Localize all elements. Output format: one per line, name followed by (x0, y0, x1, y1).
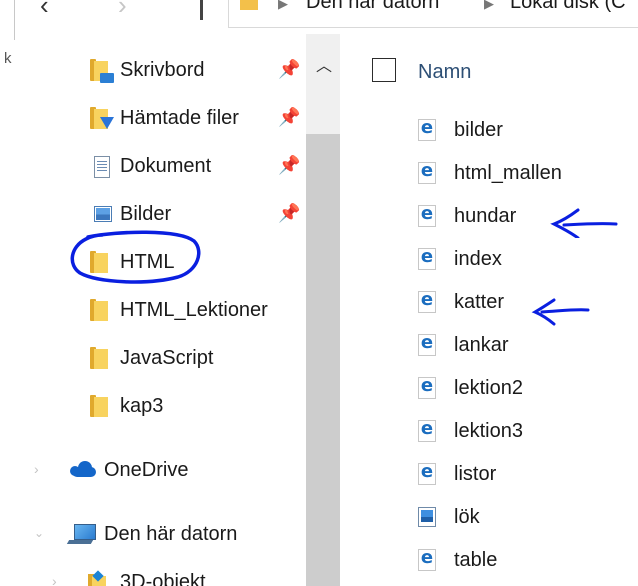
file-row-listor[interactable]: e listor (408, 454, 638, 496)
file-name: bilder (454, 119, 503, 141)
sidebar-item-label: JavaScript (120, 347, 214, 369)
sidebar-item-html-lektioner[interactable]: HTML_Lektioner (0, 288, 300, 332)
file-row-lankar[interactable]: e lankar (408, 325, 638, 367)
forward-arrow-icon[interactable]: › (118, 0, 127, 18)
nav-pane-scrollbar[interactable]: ︿ (306, 34, 340, 586)
3d-objects-folder-icon (88, 570, 106, 586)
html-file-icon: e (418, 461, 436, 485)
html-file-icon: e (418, 117, 436, 141)
file-row-lektion3[interactable]: e lektion3 (408, 411, 638, 453)
file-name: html_mallen (454, 162, 562, 184)
html-file-icon: e (418, 547, 436, 571)
pin-icon[interactable]: 📌 (278, 156, 300, 174)
breadcrumb-chevron-icon[interactable]: ▶ (278, 0, 288, 12)
html-file-icon: e (418, 418, 436, 442)
chevron-right-icon[interactable]: › (52, 573, 57, 586)
html-file-icon: e (418, 160, 436, 184)
scrollbar-thumb[interactable] (306, 134, 340, 586)
folder-icon (90, 395, 110, 417)
sidebar-item-3d-objects[interactable]: › 3D-objekt (0, 560, 300, 586)
documents-icon (94, 156, 110, 178)
sidebar-item-javascript[interactable]: JavaScript (0, 336, 300, 380)
sidebar-item-label: kap3 (120, 395, 164, 417)
scroll-up-arrow-icon[interactable]: ︿ (316, 52, 332, 76)
back-arrow-icon[interactable]: ‹ (40, 0, 49, 18)
sidebar-item-kap3[interactable]: kap3 (0, 384, 300, 428)
sidebar-item-label: Dokument (120, 155, 212, 177)
file-row-bilder[interactable]: e bilder (408, 110, 638, 152)
file-row-index[interactable]: e index (408, 239, 638, 281)
sidebar-item-label: Hämtade filer (120, 107, 239, 129)
sidebar-item-label: Skrivbord (120, 59, 205, 81)
folder-icon (90, 347, 110, 369)
html-file-icon: e (418, 332, 436, 356)
chevron-down-icon[interactable]: ⌄ (34, 526, 44, 540)
address-folder-icon (240, 0, 258, 10)
select-all-checkbox[interactable] (372, 58, 396, 82)
annotation-circle (70, 230, 201, 284)
column-header-name[interactable]: Namn (418, 60, 471, 84)
file-name: table (454, 549, 498, 571)
html-file-icon: e (418, 375, 436, 399)
file-name: lankar (454, 334, 509, 356)
sidebar-item-label: Den här datorn (104, 523, 238, 545)
sidebar-item-skrivbord[interactable]: Skrivbord 📌 (0, 48, 300, 92)
file-name: hundar (454, 205, 517, 227)
sidebar-item-this-pc[interactable]: ⌄ Den här datorn (0, 512, 300, 556)
downloads-folder-icon (90, 107, 114, 129)
file-name: lektion2 (454, 377, 523, 399)
image-file-icon (418, 507, 436, 527)
file-name: katter (454, 291, 505, 313)
html-file-icon: e (418, 203, 436, 227)
pin-icon[interactable]: 📌 (278, 108, 300, 126)
file-row-lektion2[interactable]: e lektion2 (408, 368, 638, 410)
file-explorer-window: ‹ › ▶ Den här datorn ▶ Lokal disk (C k S… (0, 0, 638, 586)
breadcrumb-local-disk[interactable]: Lokal disk (C (510, 0, 626, 14)
address-toolbar: ‹ › ▶ Den här datorn ▶ Lokal disk (C (0, 0, 638, 34)
file-name: lök (454, 506, 480, 528)
file-row-table[interactable]: e table (408, 540, 638, 582)
file-row-lok[interactable]: lök (408, 497, 638, 539)
breadcrumb-this-pc[interactable]: Den här datorn (306, 0, 439, 14)
file-name: lektion3 (454, 420, 523, 442)
file-name: listor (454, 463, 497, 485)
sidebar-item-onedrive[interactable]: › OneDrive (0, 448, 300, 492)
desktop-folder-icon (90, 59, 114, 83)
sidebar-item-hamtade-filer[interactable]: Hämtade filer 📌 (0, 96, 300, 140)
onedrive-cloud-icon (68, 461, 98, 477)
file-row-html-mallen[interactable]: e html_mallen (408, 153, 638, 195)
computer-icon (66, 524, 96, 546)
sidebar-item-dokument[interactable]: Dokument 📌 (0, 144, 300, 188)
sidebar-item-label: Bilder (120, 203, 172, 225)
navigation-pane: Skrivbord 📌 Hämtade filer 📌 Dokument 📌 B… (0, 34, 340, 586)
annotation-arrow-icon (550, 208, 618, 238)
annotation-arrow-icon (531, 298, 590, 326)
sidebar-item-label: HTML_Lektioner (120, 299, 268, 321)
chevron-right-icon[interactable]: › (34, 461, 39, 477)
html-file-icon: e (418, 289, 436, 313)
breadcrumb-chevron-icon[interactable]: ▶ (484, 0, 494, 12)
file-row-katter[interactable]: e katter (408, 282, 638, 324)
pin-icon[interactable]: 📌 (278, 60, 300, 78)
up-button[interactable] (200, 0, 203, 20)
folder-icon (90, 299, 110, 321)
pin-icon[interactable]: 📌 (278, 204, 300, 222)
file-name: index (454, 248, 502, 270)
sidebar-item-label: 3D-objekt (120, 571, 206, 586)
html-file-icon: e (418, 246, 436, 270)
pictures-icon (94, 206, 112, 222)
sidebar-item-label: OneDrive (104, 459, 189, 481)
